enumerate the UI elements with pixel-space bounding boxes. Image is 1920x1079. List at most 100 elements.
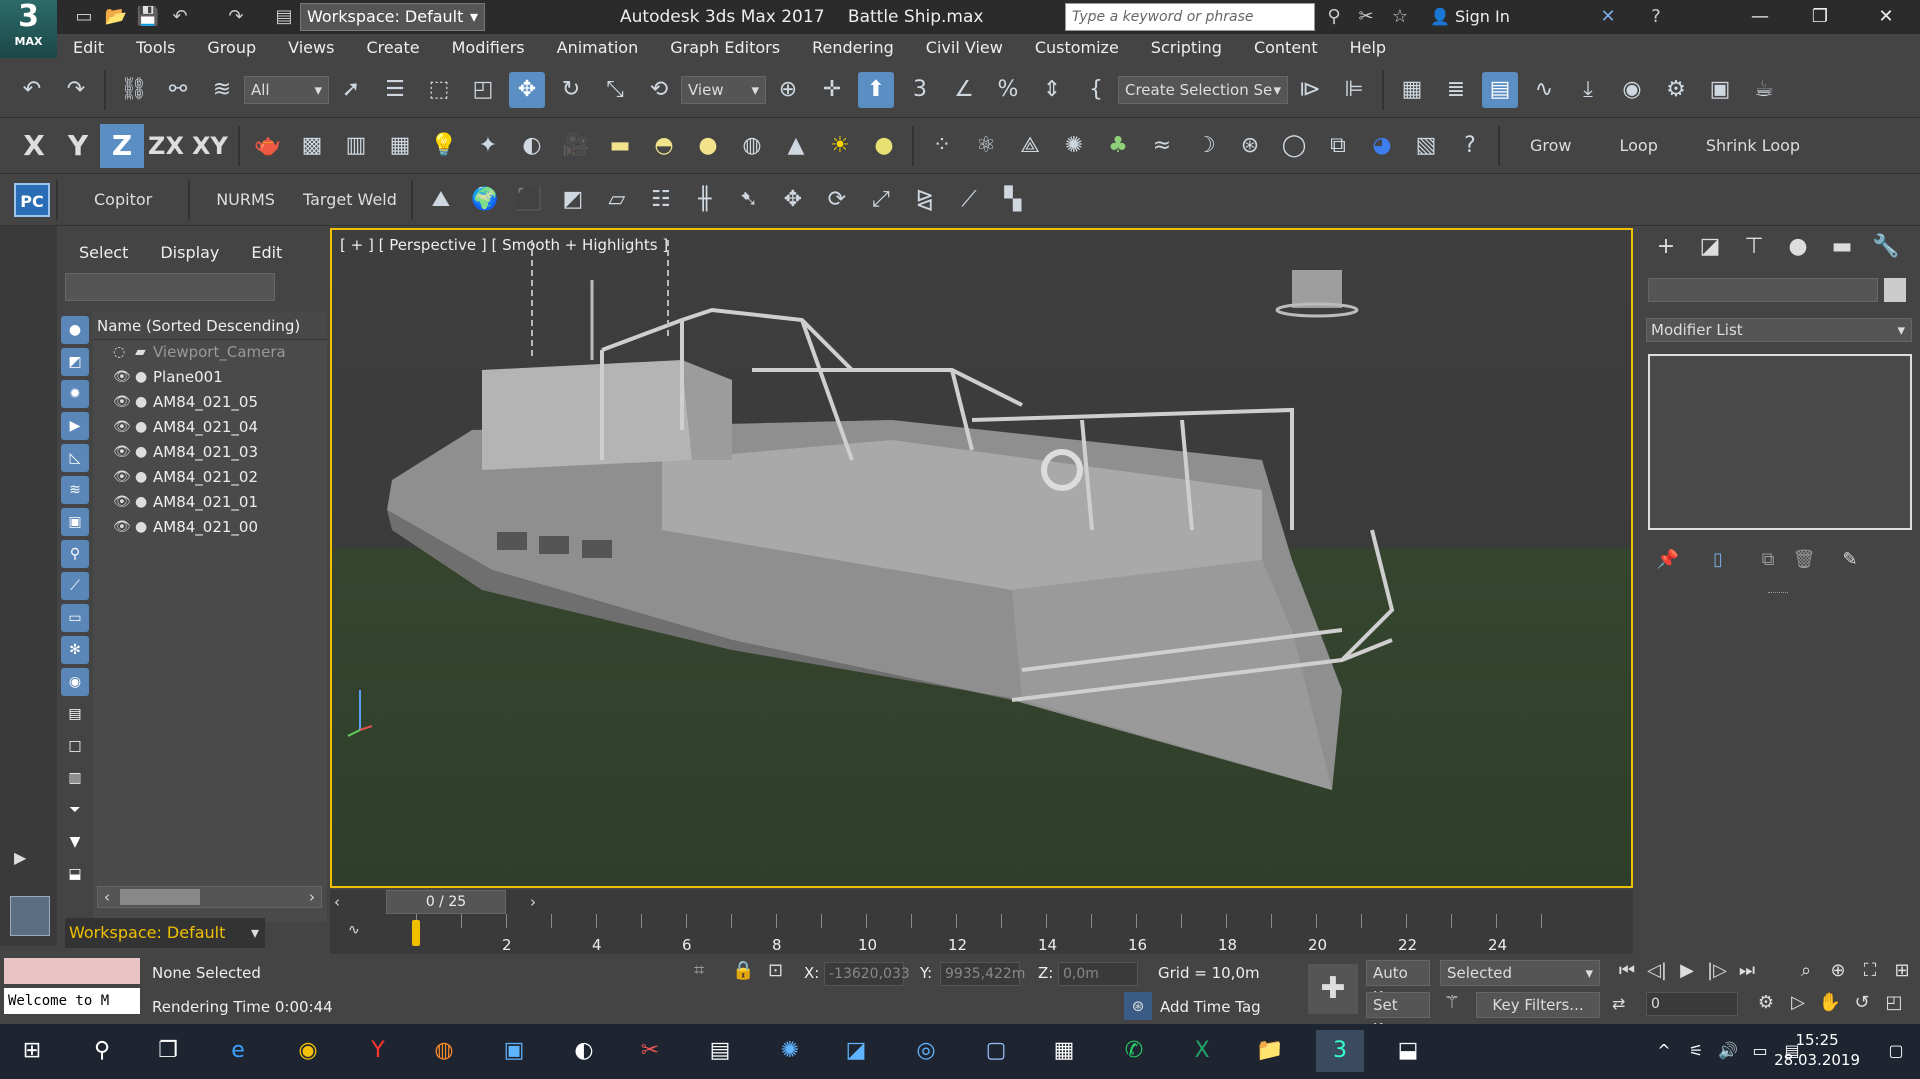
time-slider[interactable]: ‹ 0 / 25 › bbox=[330, 890, 1633, 914]
layer-explorer-icon[interactable]: ≣ bbox=[1438, 72, 1474, 108]
show-end-result-icon[interactable]: ▯ bbox=[1700, 549, 1736, 570]
set-key-big-icon[interactable]: ✚ bbox=[1308, 964, 1358, 1014]
link-icon[interactable]: ⛓ bbox=[116, 72, 152, 108]
go-to-start-icon[interactable]: ⏮ bbox=[1612, 960, 1642, 981]
cloth-icon[interactable]: ✦ bbox=[470, 128, 506, 164]
chrome-icon[interactable]: ◉ bbox=[284, 1030, 332, 1072]
nurms-button[interactable]: NURMS bbox=[196, 190, 295, 209]
orbit-icon[interactable]: ↺ bbox=[1846, 992, 1878, 1013]
banana-icon[interactable]: ☽ bbox=[1188, 128, 1224, 164]
display-lights-icon[interactable]: ✹ bbox=[61, 380, 89, 408]
next-frame-icon[interactable]: › bbox=[530, 890, 536, 914]
set-key-button[interactable]: Set Key bbox=[1366, 992, 1430, 1038]
menu-civil-view[interactable]: Civil View bbox=[910, 34, 1019, 62]
modifier-list-dropdown[interactable]: Modifier List ▾ bbox=[1646, 318, 1912, 342]
landscape-icon[interactable]: ⛰ bbox=[423, 182, 459, 218]
rect-selection-icon[interactable]: ⬚ bbox=[421, 72, 457, 108]
tool-icon[interactable]: ✂ bbox=[626, 1030, 674, 1072]
render-frame-icon[interactable]: ▥ bbox=[338, 128, 374, 164]
fence-icon[interactable]: ╫ bbox=[687, 182, 723, 218]
reference-coord-dropdown[interactable]: View ▾ bbox=[681, 75, 766, 104]
helper-icon[interactable]: ◐ bbox=[514, 128, 550, 164]
display-bones-icon[interactable]: ⟋ bbox=[61, 572, 89, 600]
plane-icon[interactable]: ▬ bbox=[602, 128, 638, 164]
explorer-column-header[interactable]: Name (Sorted Descending) bbox=[93, 312, 327, 340]
plane-tool-icon[interactable]: ▱ bbox=[599, 182, 635, 218]
save-file-icon[interactable]: 💾 bbox=[134, 3, 162, 31]
axis-z-button[interactable]: Z bbox=[100, 123, 144, 168]
sphere-material-icon[interactable]: ◯ bbox=[1276, 128, 1312, 164]
zoom-extents-all-icon[interactable]: ⊞ bbox=[1886, 960, 1918, 981]
curve-editor-icon[interactable]: ∿ bbox=[1526, 72, 1562, 108]
bind-space-warp-icon[interactable]: ≋ bbox=[204, 72, 240, 108]
menu-modifiers[interactable]: Modifiers bbox=[436, 34, 541, 62]
funnel-icon[interactable]: ▼ bbox=[61, 828, 89, 856]
time-tag-icon[interactable]: ⊛ bbox=[1124, 992, 1152, 1020]
teapot-icon[interactable]: 🫖 bbox=[250, 128, 286, 164]
list-item[interactable]: 👁 ● AM84_021_01 bbox=[93, 490, 327, 515]
z-coord-field[interactable]: 0,0m bbox=[1058, 962, 1138, 986]
task-view-icon[interactable]: ❐ bbox=[144, 1030, 192, 1072]
rendered-frame-icon[interactable]: ▣ bbox=[1702, 72, 1738, 108]
copitor-button[interactable]: Copitor bbox=[64, 190, 182, 209]
selection-filter-dropdown[interactable]: All ▾ bbox=[244, 75, 329, 104]
pin-stack-icon[interactable]: 📌 bbox=[1650, 549, 1686, 570]
filter-icon[interactable]: ⏷ bbox=[61, 796, 89, 824]
windows-start-icon[interactable]: ⊞ bbox=[8, 1030, 56, 1072]
target-weld-button[interactable]: Target Weld bbox=[295, 190, 405, 209]
eye-icon[interactable]: 👁 bbox=[113, 465, 135, 490]
utilities-tab-icon[interactable]: 🔧 bbox=[1864, 226, 1908, 268]
menu-rendering[interactable]: Rendering bbox=[796, 34, 910, 62]
modify-tab-icon[interactable]: ◪ bbox=[1688, 226, 1732, 268]
globe-icon[interactable]: 🌍 bbox=[467, 182, 503, 218]
list-item[interactable]: 👁 ● AM84_021_05 bbox=[93, 390, 327, 415]
pan-icon[interactable]: ✋ bbox=[1814, 992, 1846, 1013]
blue-app-icon[interactable]: ◪ bbox=[832, 1030, 880, 1072]
knife-icon[interactable]: ⟋ bbox=[951, 182, 987, 218]
add-time-tag[interactable]: Add Time Tag bbox=[1160, 998, 1261, 1016]
menu-create[interactable]: Create bbox=[350, 34, 435, 62]
viewport-thumbnail[interactable] bbox=[10, 896, 50, 936]
select-move-icon[interactable]: ✥ bbox=[509, 71, 545, 108]
project-folder-icon[interactable]: ▤ bbox=[270, 3, 298, 31]
gear-app-icon[interactable]: ✺ bbox=[766, 1030, 814, 1072]
explorer-menu-select[interactable]: Select bbox=[57, 243, 138, 262]
eye-icon[interactable]: 👁 bbox=[113, 365, 135, 390]
app-logo[interactable]: 3 MAX bbox=[0, 0, 57, 58]
minimize-icon[interactable]: — bbox=[1730, 0, 1790, 34]
yandex-icon[interactable]: Y bbox=[354, 1030, 402, 1072]
display-geometry-icon[interactable]: ● bbox=[61, 316, 89, 344]
track-ruler[interactable]: 0 2 4 6 8 10 12 14 16 18 20 22 24 bbox=[412, 914, 1616, 954]
modifier-stack[interactable] bbox=[1648, 354, 1912, 530]
configure-sets-icon[interactable]: ✎ bbox=[1832, 549, 1868, 570]
menu-scripting[interactable]: Scripting bbox=[1135, 34, 1238, 62]
ribbon-toggle-icon[interactable]: ▤ bbox=[1482, 71, 1518, 108]
grid-icon[interactable]: ▦ bbox=[382, 128, 418, 164]
app-taskbar-icon[interactable]: ⬓ bbox=[1384, 1030, 1432, 1072]
search-input[interactable]: Type a keyword or phrase bbox=[1065, 3, 1315, 31]
open-file-icon[interactable]: 📂 bbox=[102, 3, 130, 31]
excel-icon[interactable]: X bbox=[1178, 1030, 1226, 1072]
hidden-icon[interactable]: ◌ bbox=[113, 340, 135, 365]
help-circle-icon[interactable]: ? bbox=[1452, 128, 1488, 164]
select-manipulate-icon[interactable]: ✛ bbox=[814, 72, 850, 108]
box-icon[interactable]: ⬛ bbox=[511, 182, 547, 218]
ie-icon[interactable]: e bbox=[214, 1030, 262, 1072]
menu-views[interactable]: Views bbox=[272, 34, 350, 62]
toggle-display-children-icon[interactable]: ▤ bbox=[61, 700, 89, 728]
explorer-menu-display[interactable]: Display bbox=[138, 243, 229, 262]
close-icon[interactable]: ✕ bbox=[1856, 0, 1916, 34]
named-selection-sets-dropdown[interactable]: Create Selection Se ▾ bbox=[1118, 75, 1288, 104]
current-frame-field[interactable]: 0 bbox=[1646, 992, 1738, 1016]
texture-icon[interactable]: ⊛ bbox=[1232, 128, 1268, 164]
gear-icon[interactable]: ✺ bbox=[1056, 128, 1092, 164]
scroll-thumb[interactable] bbox=[120, 889, 200, 905]
search-icon[interactable]: ⚲ bbox=[78, 1030, 126, 1072]
control-panel-icon[interactable]: ▣ bbox=[490, 1030, 538, 1072]
display-groups-icon[interactable]: ▣ bbox=[61, 508, 89, 536]
scene-explorer-icon[interactable]: ▦ bbox=[1394, 72, 1430, 108]
edit-named-selection-icon[interactable]: { bbox=[1078, 72, 1114, 108]
file-explorer-icon[interactable]: 📁 bbox=[1246, 1030, 1294, 1072]
select-scale-icon[interactable]: ⤡ bbox=[597, 72, 633, 108]
go-to-end-icon[interactable]: ⏭ bbox=[1732, 960, 1762, 981]
